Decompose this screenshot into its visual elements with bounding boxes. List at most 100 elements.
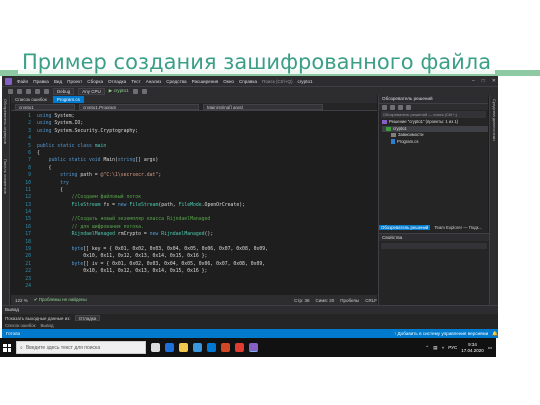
line-number: 3: [28, 128, 31, 134]
line-number: 16: [25, 224, 31, 230]
task-view-icon[interactable]: [151, 343, 160, 352]
menu-test[interactable]: Тест: [131, 79, 141, 84]
tab-output[interactable]: Вывод: [40, 323, 53, 328]
store-icon[interactable]: [193, 343, 202, 352]
add-to-source-control[interactable]: ↑ Добавить в систему управления версиями: [394, 331, 488, 336]
code-text: {: [37, 165, 52, 171]
windows-taskbar: ⌕ Введите здесь текст для поиска ⌃ ▤ ◖ Р…: [0, 338, 496, 357]
line-ending[interactable]: CRLF: [365, 298, 377, 303]
output-title: Вывод: [2, 306, 498, 314]
powerpoint-icon[interactable]: [221, 343, 230, 352]
platform-select[interactable]: Any CPU: [78, 87, 105, 95]
tab-team-explorer[interactable]: Team Explorer — Подк...: [432, 225, 484, 230]
line-number: 4: [28, 136, 31, 142]
member-select[interactable]: Main(string[] args): [203, 103, 323, 110]
tab-program-cs[interactable]: Program.cs: [52, 96, 84, 103]
whitespace-mode[interactable]: Пробелы: [340, 298, 359, 303]
toolbox-tab[interactable]: Панель элементов: [3, 159, 8, 194]
solution-search-input[interactable]: Обозреватель решений — поиск (Ctrl+;): [381, 111, 486, 118]
dependencies-icon: [391, 133, 396, 138]
windows-start-icon[interactable]: [3, 343, 11, 352]
sync-icon[interactable]: [390, 104, 395, 110]
maximize-button[interactable]: □: [482, 78, 485, 84]
tab-error-list-bottom[interactable]: Список ошибок: [5, 323, 35, 328]
tab-solution-explorer[interactable]: Обозреватель решений: [379, 224, 431, 230]
output-tabs: Список ошибок Вывод: [2, 322, 498, 329]
tool-icon[interactable]: [141, 88, 147, 94]
volume-icon[interactable]: ◖: [441, 345, 444, 350]
csharp-file-icon: [391, 139, 395, 145]
line-number: 23: [25, 276, 31, 282]
diagnostics-tab[interactable]: Средства диагностики: [492, 99, 497, 141]
notifications-icon[interactable]: 🔔: [492, 331, 498, 337]
taskbar-search[interactable]: ⌕ Введите здесь текст для поиска: [16, 341, 146, 354]
notification-center-icon[interactable]: ▭: [488, 345, 492, 351]
line-number: 20: [25, 254, 31, 260]
minimize-button[interactable]: –: [472, 78, 475, 84]
server-explorer-tab[interactable]: Обозреватель серверов: [3, 99, 8, 144]
line-number: 22: [25, 269, 31, 275]
right-tool-rail: Средства диагностики: [489, 95, 498, 305]
menu-file[interactable]: Файл: [17, 79, 28, 84]
code-line: 13 FileStream fs = new FileStream(path, …: [11, 202, 377, 209]
navigation-bar: crypto1 crypto1.Program Main(string[] ar…: [11, 103, 377, 111]
menu-view[interactable]: Вид: [54, 79, 62, 84]
save-icon[interactable]: [35, 88, 40, 94]
tab-error-list[interactable]: Список ошибок: [11, 96, 51, 103]
start-button[interactable]: ▶ crypto1: [109, 88, 129, 94]
tree-item-program-cs[interactable]: Program.cs: [382, 139, 488, 146]
menu-analyze[interactable]: Анализ: [146, 79, 162, 84]
class-select[interactable]: crypto1.Program: [79, 103, 199, 110]
file-explorer-icon[interactable]: [179, 343, 188, 352]
menu-bar: Файл Правка Вид Проект Сборка Отладка Те…: [2, 76, 498, 86]
properties-selector[interactable]: [381, 243, 487, 249]
search-icon: ⌕: [20, 344, 23, 351]
output-source-label: Показать выходные данные из:: [5, 315, 71, 321]
language-indicator[interactable]: РУС: [448, 345, 457, 350]
back-icon[interactable]: [8, 88, 13, 94]
undo-icon[interactable]: [44, 88, 49, 94]
menu-tools[interactable]: Средства: [166, 79, 186, 84]
code-text: RijndaelManaged rmCrypto = new RijndaelM…: [71, 232, 214, 238]
code-area[interactable]: 1 using System; 2 using System.IO; 3 using Sy…: [11, 113, 377, 295]
clock[interactable]: 9:34 17.04.2020: [461, 342, 484, 353]
code-line: 2 using System.IO;: [11, 120, 377, 127]
status-ready: Готово: [6, 331, 21, 336]
menu-help[interactable]: Справка: [239, 79, 257, 84]
code-text: string path = @"C:\1\secrsecr.dat";: [60, 173, 162, 179]
menu-project[interactable]: Проект: [67, 79, 82, 84]
zoom-level[interactable]: 122 %: [15, 298, 28, 303]
tool-icon[interactable]: [132, 88, 138, 94]
refresh-icon[interactable]: [398, 104, 403, 110]
edge-icon[interactable]: [165, 343, 174, 352]
mail-icon[interactable]: [207, 343, 216, 352]
menu-debug[interactable]: Отладка: [108, 79, 126, 84]
forward-icon[interactable]: [17, 88, 22, 94]
line-number: 17: [25, 232, 31, 238]
issues-indicator[interactable]: ✔ Проблемы не найдены: [34, 297, 87, 303]
menu-build[interactable]: Сборка: [87, 79, 103, 84]
code-line: 8 {: [11, 165, 377, 172]
code-line: 11 {: [11, 187, 377, 194]
tray-arrow-icon[interactable]: ⌃: [425, 345, 429, 351]
code-text: public static class main: [37, 143, 107, 149]
close-button[interactable]: ✕: [492, 78, 496, 84]
app-icon[interactable]: [235, 343, 244, 352]
settings-icon[interactable]: [406, 104, 411, 110]
configuration-select[interactable]: Debug: [53, 87, 75, 95]
search-box[interactable]: Поиск (Ctrl+Q): [262, 79, 292, 84]
project-select[interactable]: crypto1: [15, 103, 75, 110]
home-icon[interactable]: [382, 104, 387, 110]
status-bar: Готово ↑ Добавить в систему управления в…: [2, 329, 498, 338]
code-text: public static void Main(string[] args): [48, 158, 159, 164]
menu-edit[interactable]: Правка: [33, 79, 49, 84]
visual-studio-taskbar-icon[interactable]: [249, 343, 258, 352]
output-source-select[interactable]: Отладка: [74, 315, 101, 321]
new-file-icon[interactable]: [26, 88, 31, 94]
network-icon[interactable]: ▤: [433, 345, 437, 351]
menu-window[interactable]: Окно: [223, 79, 234, 84]
line-number: 11: [25, 187, 31, 193]
code-line: 21 byte[] iv = { 0x01, 0x02, 0x03, 0x04,…: [11, 261, 377, 268]
menu-extensions[interactable]: Расширения: [192, 79, 219, 84]
line-number: 10: [25, 180, 31, 186]
